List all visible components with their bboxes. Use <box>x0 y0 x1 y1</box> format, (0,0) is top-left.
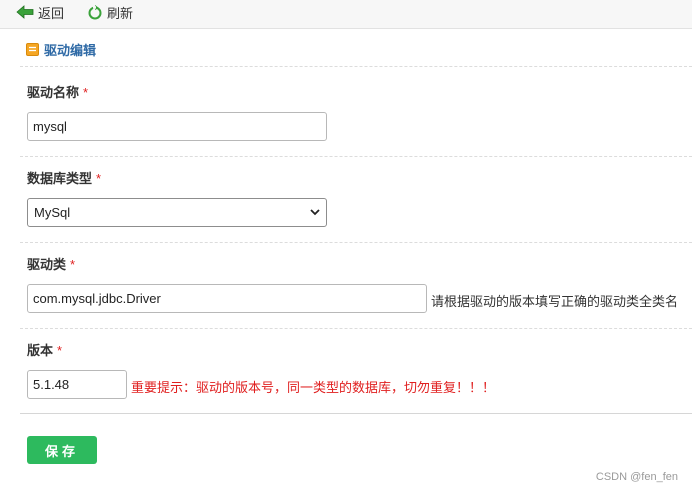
save-button[interactable]: 保存 <box>27 436 97 464</box>
required-mark: * <box>70 257 76 272</box>
refresh-label: 刷新 <box>107 5 134 21</box>
arrow-left-icon <box>16 5 34 19</box>
db-type-selected: MySql <box>34 205 71 220</box>
divider <box>20 242 692 243</box>
refresh-icon <box>88 5 102 20</box>
db-type-select[interactable]: MySql <box>27 198 327 227</box>
back-button[interactable]: 返回 <box>16 0 64 24</box>
db-type-label: 数据库类型 * <box>27 168 101 187</box>
divider <box>20 66 692 67</box>
watermark: CSDN @fen_fen <box>595 471 678 483</box>
back-label: 返回 <box>38 5 65 21</box>
driver-name-label-text: 驱动名称 <box>27 85 80 100</box>
refresh-button[interactable]: 刷新 <box>87 0 133 24</box>
db-type-label-text: 数据库类型 <box>27 171 93 186</box>
required-mark: * <box>57 343 63 358</box>
section-title: 驱动编辑 <box>44 43 97 58</box>
driver-class-input[interactable] <box>27 284 427 313</box>
driver-name-label: 驱动名称 * <box>27 82 88 101</box>
version-label-text: 版本 <box>27 343 54 358</box>
section-header: 驱动编辑 <box>26 40 96 59</box>
version-warning: 重要提示：驱动的版本号，同一类型的数据库，切勿重复！！！ <box>131 380 496 395</box>
driver-class-hint: 请根据驱动的版本填写正确的驱动类全类名 <box>431 294 679 309</box>
edit-note-icon <box>26 43 39 56</box>
driver-name-input[interactable] <box>27 112 327 141</box>
toolbar: 返回 刷新 <box>0 0 692 29</box>
chevron-down-icon <box>310 209 320 216</box>
required-mark: * <box>83 85 89 100</box>
required-mark: * <box>96 171 102 186</box>
version-input[interactable] <box>27 370 127 399</box>
driver-class-label-text: 驱动类 <box>27 257 67 272</box>
divider <box>20 156 692 157</box>
driver-class-label: 驱动类 * <box>27 254 75 273</box>
form-divider <box>20 413 692 414</box>
version-label: 版本 * <box>27 340 62 359</box>
divider <box>20 328 692 329</box>
